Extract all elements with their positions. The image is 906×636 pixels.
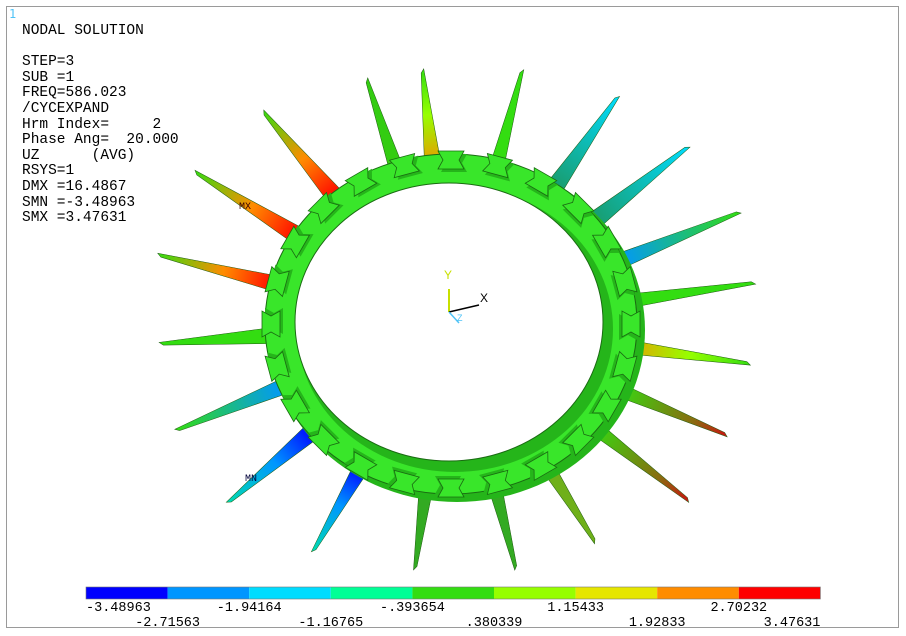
legend-swatch xyxy=(86,587,168,599)
legend-swatch xyxy=(575,587,658,599)
legend-swatch xyxy=(167,587,250,599)
legend-swatch xyxy=(330,587,413,599)
legend-value: 2.70232 xyxy=(710,601,767,616)
legend-value: 3.47631 xyxy=(764,616,821,628)
legend-value: -1.94164 xyxy=(217,601,282,616)
legend-value: -1.16765 xyxy=(298,616,363,628)
legend-swatch xyxy=(494,587,576,599)
legend-swatch xyxy=(249,587,331,599)
legend-value: .380339 xyxy=(466,616,523,628)
graphics-window[interactable]: 1 Y X Z MX MN NODAL SOLUTION STEP=3 SUB … xyxy=(6,6,899,628)
legend-value: -2.71563 xyxy=(135,616,200,628)
legend-swatch xyxy=(738,587,821,599)
legend-value: 1.92833 xyxy=(629,616,686,628)
legend-value: 1.15433 xyxy=(547,601,604,616)
legend-swatch xyxy=(412,587,494,599)
legend-swatch xyxy=(657,587,739,599)
contour-legend: -3.48963-2.71563 -1.94164 -1.16765 -.393654… xyxy=(85,586,821,628)
legend-value: -.393654 xyxy=(380,601,445,616)
legend-value: -3.48963 xyxy=(86,601,151,616)
